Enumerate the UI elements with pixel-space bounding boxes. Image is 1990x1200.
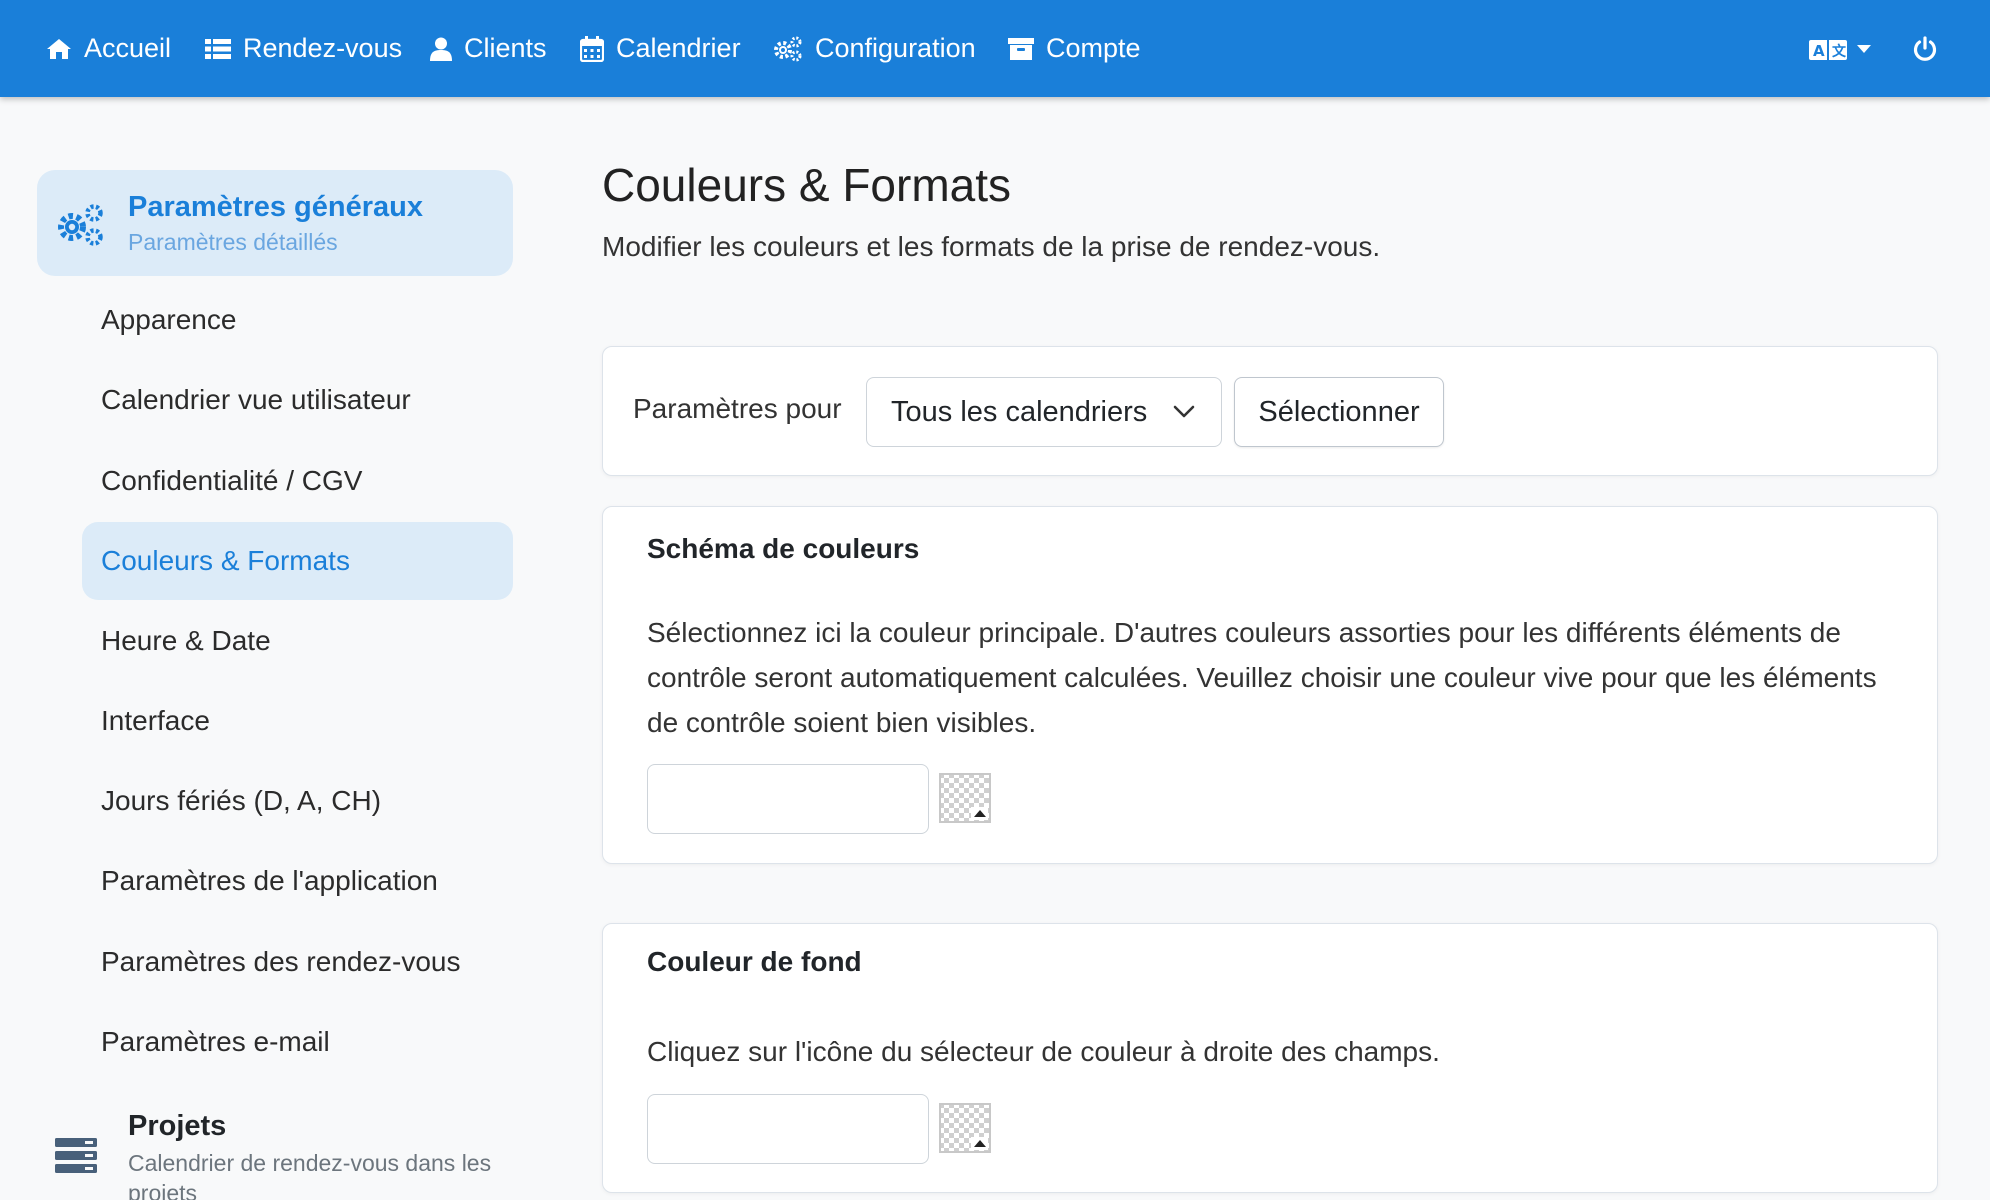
sidebar-item-label: Apparence xyxy=(101,304,237,335)
background-color-input[interactable] xyxy=(647,1094,929,1164)
sidebar-item-label: Paramètres e-mail xyxy=(101,1026,330,1057)
sidebar-group-subtitle: Paramètres détaillés xyxy=(128,229,338,255)
nav-calendrier[interactable]: Calendrier xyxy=(580,0,741,97)
sidebar-item-couleurs-formats[interactable]: Couleurs & Formats xyxy=(82,522,513,600)
nav-rendez-vous[interactable]: Rendez-vous xyxy=(205,0,402,97)
sidebar-item-label: Jours fériés (D, A, CH) xyxy=(101,785,382,816)
nav-label: Calendrier xyxy=(616,33,741,63)
sidebar-item-label: Couleurs & Formats xyxy=(101,545,350,576)
sidebar-item-label: Confidentialité / CGV xyxy=(101,465,363,496)
color-scheme-card: Schéma de couleurs Sélectionnez ici la c… xyxy=(602,506,1938,864)
card-title: Schéma de couleurs xyxy=(647,533,920,564)
cogs-icon xyxy=(58,204,103,246)
archive-icon xyxy=(1008,37,1034,60)
power-icon xyxy=(1913,35,1937,61)
nav-label: Configuration xyxy=(815,33,976,63)
calendar-icon xyxy=(580,35,604,62)
nav-accueil[interactable]: Accueil xyxy=(46,0,171,97)
select-value: Tous les calendriers xyxy=(891,395,1148,428)
calendar-select[interactable]: Tous les calendriers xyxy=(866,377,1222,447)
filter-card: Paramètres pour Tous les calendriers Sél… xyxy=(602,346,1938,476)
nav-clients[interactable]: Clients xyxy=(430,0,547,97)
sidebar-item-label: Interface xyxy=(101,705,210,736)
logout-button[interactable] xyxy=(1912,0,1938,97)
language-icon: A文 xyxy=(1809,39,1847,60)
primary-color-input[interactable] xyxy=(647,764,929,834)
sidebar-item-interface[interactable]: Interface xyxy=(82,682,513,760)
sidebar-item-calendrier-vue-utilisateur[interactable]: Calendrier vue utilisateur xyxy=(82,361,513,439)
nav-label: Compte xyxy=(1046,33,1141,63)
chevron-down-icon xyxy=(1173,405,1195,418)
card-description: Cliquez sur l'icône du sélecteur de coul… xyxy=(647,1036,1440,1067)
nav-configuration[interactable]: Configuration xyxy=(773,0,976,97)
sidebar-group-parametres-generaux[interactable]: Paramètres généraux Paramètres détaillés xyxy=(37,170,513,276)
filter-label: Paramètres pour xyxy=(633,393,842,424)
nav-label: Rendez-vous xyxy=(243,33,403,63)
language-dropdown[interactable]: A文 xyxy=(1808,0,1872,97)
sidebar-group-projets[interactable]: Projets Calendrier de rendez-vous dans l… xyxy=(37,1100,513,1200)
sidebar-item-apparence[interactable]: Apparence xyxy=(82,281,513,359)
sidebar-item-parametres-rendez-vous[interactable]: Paramètres des rendez-vous xyxy=(82,923,513,1001)
sidebar-item-parametres-application[interactable]: Paramètres de l'application xyxy=(82,842,513,920)
sidebar-group-title: Paramètres généraux xyxy=(128,191,423,223)
cogs-icon xyxy=(774,36,802,61)
top-navbar: Accueil Rendez-vous Clients Calendrier C… xyxy=(0,0,1990,97)
sidebar-item-label: Heure & Date xyxy=(101,625,271,656)
sidebar-item-label: Calendrier vue utilisateur xyxy=(101,384,411,415)
nav-label: Accueil xyxy=(84,33,172,63)
sidebar-item-label: Paramètres de l'application xyxy=(101,865,438,896)
background-color-card: Couleur de fond Cliquez sur l'icône du s… xyxy=(602,923,1938,1193)
list-icon xyxy=(205,38,231,59)
caret-down-icon xyxy=(1857,44,1871,53)
card-title: Couleur de fond xyxy=(647,946,862,977)
sidebar-group-subtitle: Calendrier de rendez-vous dans les proje… xyxy=(128,1150,492,1200)
sidebar-group-title: Projets xyxy=(128,1110,227,1142)
sidebar-item-confidentialite[interactable]: Confidentialité / CGV xyxy=(82,442,513,520)
server-icon xyxy=(55,1138,97,1173)
svg-text:A: A xyxy=(1813,42,1825,60)
sidebar-item-heure-date[interactable]: Heure & Date xyxy=(82,602,513,680)
sidebar-item-parametres-email[interactable]: Paramètres e-mail xyxy=(82,1003,513,1081)
nav-label: Clients xyxy=(464,33,547,63)
svg-text:文: 文 xyxy=(1832,43,1847,60)
page-title: Couleurs & Formats xyxy=(602,159,1012,211)
color-picker-icon[interactable] xyxy=(939,1103,991,1153)
user-icon xyxy=(430,37,452,61)
nav-compte[interactable]: Compte xyxy=(1008,0,1141,97)
select-button[interactable]: Sélectionner xyxy=(1234,377,1444,447)
sidebar-item-label: Paramètres des rendez-vous xyxy=(101,946,461,977)
sidebar-item-jours-feries[interactable]: Jours fériés (D, A, CH) xyxy=(82,762,513,840)
card-description: Sélectionnez ici la couleur principale. … xyxy=(647,617,1877,738)
color-picker-icon[interactable] xyxy=(939,773,991,823)
home-icon xyxy=(47,38,71,59)
page-subtitle: Modifier les couleurs et les formats de … xyxy=(602,231,1381,262)
